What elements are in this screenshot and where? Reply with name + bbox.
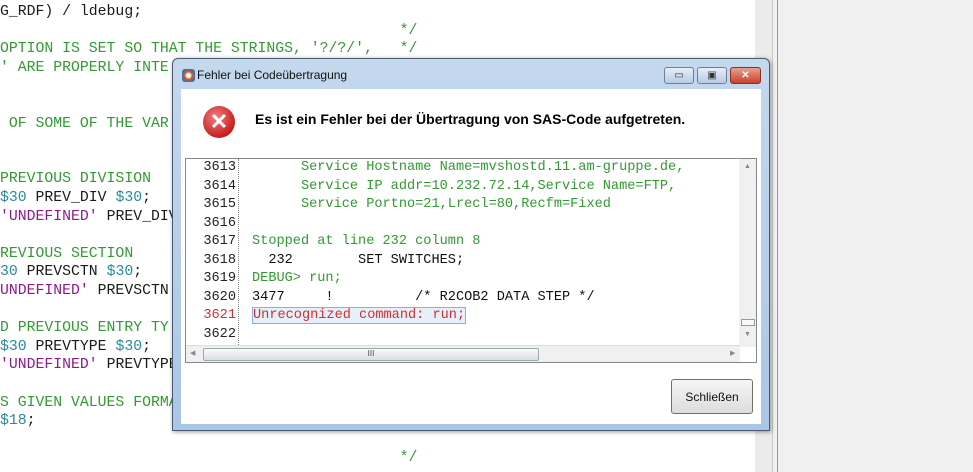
code-line: D PREVIOUS ENTRY TY [0, 319, 169, 337]
code-token: ; [133, 264, 143, 281]
app-icon [182, 69, 195, 82]
code-token: PREV_DIV [26, 190, 116, 206]
code-token: PREVTYPE [97, 357, 178, 374]
log-line-number: 3621 [203, 308, 236, 323]
log-line-number: 3614 [203, 178, 236, 194]
code-token: OPTION IS SET SO THAT THE STRINGS, '?/?/… [0, 41, 418, 58]
log-vscroll-thumb[interactable] [741, 319, 755, 326]
code-token: ' ARE PROPERLY INTE [0, 59, 169, 76]
code-token: 'UNDEFINED' [0, 357, 98, 374]
code-line: $18; [0, 412, 36, 430]
code-line: OPTION IS SET SO THAT THE STRINGS, '?/?/… [0, 40, 417, 58]
log-output[interactable]: ▲ ▼ ◀ III ▶ 3613 Service Hostname Name=m… [185, 158, 757, 363]
code-token: PREVTYPE [26, 338, 116, 355]
code-token: $30 [106, 264, 134, 281]
code-line: UNDEFINED' PREVSCTN [0, 282, 169, 300]
code-token: PREV_DIV [97, 208, 178, 225]
code-line: $30 PREVTYPE $30; [0, 338, 151, 356]
code-token: PREVSCTN [88, 283, 169, 299]
log-vertical-scrollbar[interactable]: ▲ ▼ [739, 159, 756, 347]
code-token: S GIVEN VALUES FORMA [0, 394, 178, 411]
scroll-down-arrow-icon[interactable]: ▼ [744, 331, 751, 338]
code-token: REVIOUS SECTION [0, 245, 134, 262]
log-line[interactable]: 232 SET SWITCHES; [252, 253, 464, 268]
scroll-up-arrow-icon[interactable]: ▲ [744, 163, 751, 170]
code-token: */ [0, 450, 418, 467]
code-token: $18 [0, 413, 27, 430]
error-dialog: Fehler bei Codeübertragung ▭ ▣ ✕ ✕ Es is… [172, 58, 770, 431]
code-token: */ [0, 22, 418, 39]
log-line-number: 3622 [203, 326, 236, 342]
code-token: $30 [0, 338, 27, 355]
log-line-selected[interactable]: Unrecognized command: run; [252, 307, 467, 324]
code-line: $30 PREV_DIV $30; [0, 189, 151, 207]
code-token: D PREVIOUS ENTRY TY [0, 320, 169, 337]
scroll-right-arrow-icon[interactable]: ▶ [730, 349, 735, 357]
log-line-number: 3617 [203, 234, 236, 249]
log-line[interactable]: DEBUG> run; [252, 271, 342, 286]
log-line[interactable]: Service IP addr=10.232.72.14,Service Nam… [252, 179, 676, 194]
log-line-number: 3620 [203, 289, 236, 305]
code-token: ; [26, 413, 36, 430]
code-token: 30 [0, 264, 18, 281]
log-line-number: 3615 [203, 197, 236, 212]
maximize-button[interactable]: ▣ [697, 67, 727, 84]
log-line[interactable]: Service Hostname Name=mvshostd.11.am-gru… [252, 160, 684, 175]
error-message: Es ist ein Fehler bei der Übertragung vo… [255, 111, 686, 127]
code-token: UNDEFINED' [0, 283, 89, 299]
code-line: 'UNDEFINED' PREV_DIV [0, 208, 178, 226]
right-pane [778, 0, 973, 472]
code-line: ' ARE PROPERLY INTE [0, 59, 169, 77]
log-line[interactable]: Stopped at line 232 column 8 [252, 234, 480, 249]
minimize-button[interactable]: ▭ [664, 67, 694, 84]
code-token: OF SOME OF THE VAR [0, 115, 169, 132]
code-token: $30 [115, 338, 143, 355]
log-horizontal-scrollbar[interactable]: ◀ III ▶ [186, 345, 740, 362]
code-line: 30 PREVSCTN $30; [0, 263, 142, 281]
code-token: $30 [115, 190, 143, 206]
log-line[interactable]: Service Portno=21,Lrecl=80,Recfm=Fixed [252, 197, 611, 212]
code-token: G_RDF) / ldebug; [0, 4, 143, 20]
code-token: 'UNDEFINED' [0, 208, 98, 225]
code-token: $30 [0, 190, 27, 206]
code-token: PREVIOUS DIVISION [0, 171, 151, 188]
log-line-number: 3613 [203, 160, 236, 175]
log-line[interactable]: 3477 ! /* R2COB2 DATA STEP */ [252, 290, 595, 305]
code-line: PREVIOUS DIVISION [0, 170, 151, 188]
code-token: ; [142, 190, 151, 206]
close-button[interactable]: Schließen [671, 379, 753, 414]
code-token: PREVSCTN [17, 264, 107, 281]
log-line-number: 3618 [203, 252, 236, 268]
code-line: */ [0, 22, 418, 40]
code-line: S GIVEN VALUES FORMA [0, 394, 178, 412]
code-line: 'UNDEFINED' PREVTYPE [0, 356, 178, 374]
dialog-title: Fehler bei Codeübertragung [197, 68, 348, 82]
dialog-body: ✕ Es ist ein Fehler bei der Übertragung … [181, 89, 761, 424]
code-line: */ [0, 449, 418, 467]
error-icon: ✕ [203, 106, 235, 138]
code-line: OF SOME OF THE VAR [0, 115, 169, 133]
scroll-left-arrow-icon[interactable]: ◀ [190, 349, 195, 357]
code-line: REVIOUS SECTION [0, 245, 133, 263]
log-hscroll-thumb[interactable]: III [203, 348, 539, 361]
code-line: G_RDF) / ldebug; [0, 3, 142, 21]
log-line-number: 3616 [203, 215, 236, 231]
code-token: ; [142, 338, 151, 355]
close-window-button[interactable]: ✕ [730, 67, 761, 84]
log-line-number: 3619 [203, 271, 236, 286]
